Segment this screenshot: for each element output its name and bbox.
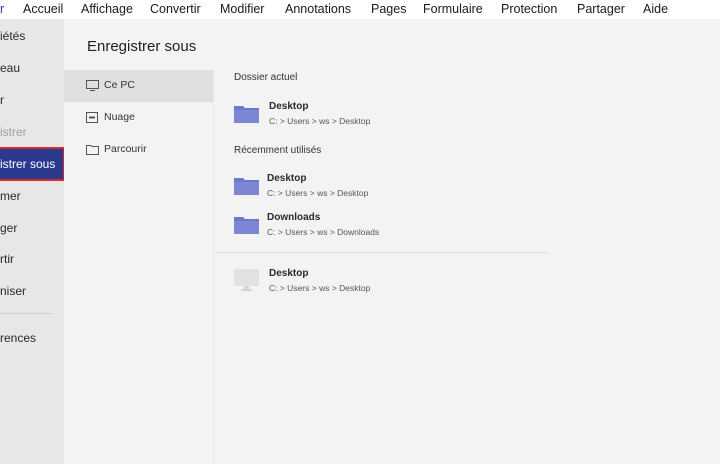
panel-divider bbox=[213, 70, 214, 464]
folder-icon bbox=[234, 178, 259, 195]
folder-name: Desktop bbox=[267, 173, 307, 184]
backstage-item-convert[interactable]: rtir bbox=[0, 252, 14, 272]
monitor-icon bbox=[234, 269, 259, 291]
desktop-location-entry[interactable]: Desktop C: > Users > ws > Desktop bbox=[230, 266, 530, 302]
recent-entry[interactable]: Desktop C: > Users > ws > Desktop bbox=[230, 171, 530, 207]
location-this-pc[interactable]: Ce PC bbox=[64, 70, 213, 102]
backstage-item-preferences[interactable]: rences bbox=[0, 331, 36, 351]
current-folder-entry[interactable]: Desktop C: > Users > ws > Desktop bbox=[230, 99, 530, 135]
folder-name: Desktop bbox=[269, 101, 309, 112]
backstage-item-properties[interactable]: iétés bbox=[0, 29, 25, 49]
folder-name: Downloads bbox=[267, 212, 321, 223]
folder-icon bbox=[234, 106, 259, 123]
menu-file[interactable]: r bbox=[0, 2, 4, 16]
folder-icon bbox=[234, 217, 259, 234]
menu-convertir[interactable]: Convertir bbox=[150, 2, 201, 16]
menu-protection[interactable]: Protection bbox=[501, 2, 557, 16]
backstage-divider bbox=[0, 313, 52, 314]
location-label: Ce PC bbox=[104, 79, 135, 91]
menu-affichage[interactable]: Affichage bbox=[81, 2, 133, 16]
menu-modifier[interactable]: Modifier bbox=[220, 2, 264, 16]
folder-name: Desktop bbox=[269, 268, 309, 279]
section-divider bbox=[216, 252, 548, 253]
backstage-item-save-as[interactable]: istrer sous bbox=[0, 147, 64, 181]
folder-icon bbox=[86, 145, 99, 155]
location-label: Parcourir bbox=[104, 143, 147, 155]
monitor-icon bbox=[86, 80, 99, 91]
backstage-nav: iétés eau r istrer istrer sous mer ger r… bbox=[0, 19, 64, 464]
menu-formulaire[interactable]: Formulaire bbox=[423, 2, 483, 16]
backstage-item-print[interactable]: mer bbox=[0, 189, 21, 209]
folder-path: C: > Users > ws > Desktop bbox=[269, 283, 371, 293]
location-browse[interactable]: Parcourir bbox=[64, 134, 213, 166]
location-label: Nuage bbox=[104, 111, 135, 123]
recent-heading: Récemment utilisés bbox=[234, 145, 322, 156]
current-folder-heading: Dossier actuel bbox=[234, 72, 298, 83]
location-cloud[interactable]: Nuage bbox=[64, 102, 213, 134]
menu-bar: r Accueil Affichage Convertir Modifier A… bbox=[0, 0, 720, 19]
menu-annotations[interactable]: Annotations bbox=[285, 2, 351, 16]
backstage-item-save-as-label: istrer sous bbox=[0, 157, 56, 171]
recent-entry[interactable]: Downloads C: > Users > ws > Downloads bbox=[230, 210, 530, 246]
menu-accueil[interactable]: Accueil bbox=[23, 2, 63, 16]
page-title: Enregistrer sous bbox=[87, 38, 197, 55]
backstage-item-new[interactable]: eau bbox=[0, 61, 20, 81]
menu-partager[interactable]: Partager bbox=[577, 2, 625, 16]
cloud-drive-icon bbox=[86, 112, 98, 123]
backstage-item-share[interactable]: ger bbox=[0, 221, 17, 241]
backstage-item-optimize[interactable]: niser bbox=[0, 284, 26, 304]
menu-pages[interactable]: Pages bbox=[371, 2, 406, 16]
backstage-item-save: istrer bbox=[0, 125, 27, 139]
folder-path: C: > Users > ws > Downloads bbox=[267, 227, 380, 237]
menu-aide[interactable]: Aide bbox=[643, 2, 668, 16]
folder-path: C: > Users > ws > Desktop bbox=[269, 116, 371, 126]
folder-path: C: > Users > ws > Desktop bbox=[267, 188, 369, 198]
backstage-item-open[interactable]: r bbox=[0, 93, 4, 113]
